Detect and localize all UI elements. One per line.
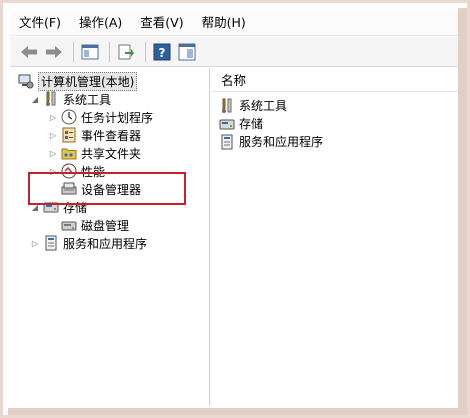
column-header-name[interactable]: 名称	[211, 68, 458, 92]
storage-icon	[219, 119, 235, 129]
system-tools-icon	[222, 98, 232, 113]
list-item[interactable]: 存储	[219, 115, 263, 132]
results-pane: 名称 系统工具 存储 服务和应用程序	[211, 68, 458, 406]
expand-arrow-icon[interactable]: ▷	[48, 131, 58, 140]
tree-label-system-tools: 系统工具	[63, 92, 112, 107]
column-header-label: 名称	[221, 73, 247, 88]
computer-management-icon	[18, 74, 34, 89]
tree-label-event-viewer: 事件查看器	[81, 128, 142, 143]
expand-arrow-icon[interactable]: ▷	[30, 239, 40, 248]
properties-button[interactable]	[176, 41, 198, 63]
console-tree: 计算机管理(本地) ◢ 系统工具 ▷ 任务计划程序 ▷ 事件查看器 ▷ 共享文件…	[10, 68, 210, 406]
tree-node-system-tools[interactable]: ◢ 系统工具	[30, 90, 111, 108]
tree-label-services-apps: 服务和应用程序	[63, 236, 148, 251]
svg-text:?: ?	[159, 46, 166, 60]
tree-node-event-viewer[interactable]: ▷ 事件查看器	[48, 126, 141, 144]
list-item-label: 系统工具	[239, 99, 288, 113]
toolbar-separator	[73, 41, 74, 62]
tree-label-task-scheduler: 任务计划程序	[81, 110, 154, 125]
toolbar-separator	[109, 41, 110, 62]
back-button[interactable]	[18, 41, 40, 63]
tree-root-label: 计算机管理(本地)	[38, 71, 138, 91]
show-hide-tree-button[interactable]	[79, 41, 101, 63]
toolbar-separator	[145, 41, 146, 62]
back-icon	[21, 45, 37, 58]
tree-label-disk-management: 磁盘管理	[81, 218, 130, 233]
expand-arrow-icon[interactable]: ▷	[48, 149, 58, 158]
list-item[interactable]: 系统工具	[219, 97, 287, 114]
tree-label-shared-folders: 共享文件夹	[81, 146, 142, 161]
menu-file[interactable]: 文件(F)	[10, 10, 70, 36]
collapse-arrow-icon[interactable]: ◢	[30, 95, 40, 104]
show-hide-tree-icon	[81, 44, 99, 59]
disk-management-icon	[61, 221, 77, 231]
menu-help[interactable]: 帮助(H)	[193, 10, 255, 36]
services-apps-icon	[221, 134, 233, 149]
system-tools-icon	[46, 91, 56, 106]
list-item[interactable]: 服务和应用程序	[219, 133, 323, 150]
window-shadow-bottom	[8, 408, 467, 415]
list-item-label: 存储	[239, 117, 264, 131]
window-shadow	[458, 8, 467, 408]
properties-icon	[178, 43, 196, 60]
clock-icon	[61, 109, 77, 125]
menu-view[interactable]: 查看(V)	[131, 10, 192, 36]
event-viewer-icon	[62, 127, 76, 143]
tree-node-shared-folders[interactable]: ▷ 共享文件夹	[48, 144, 141, 162]
tree-node-root[interactable]: 计算机管理(本地)	[18, 71, 138, 91]
help-button[interactable]: ?	[151, 41, 173, 63]
shared-folder-icon	[61, 148, 77, 160]
help-icon: ?	[153, 43, 171, 60]
tree-node-services-apps[interactable]: ▷ 服务和应用程序	[30, 234, 147, 252]
services-apps-icon	[45, 235, 57, 251]
menu-action[interactable]: 操作(A)	[70, 10, 131, 36]
tree-node-disk-management[interactable]: 磁盘管理	[61, 216, 129, 234]
tree-node-task-scheduler[interactable]: ▷ 任务计划程序	[48, 108, 153, 126]
forward-icon	[46, 45, 62, 58]
export-list-button[interactable]	[115, 41, 137, 63]
list-item-label: 服务和应用程序	[239, 135, 324, 149]
expand-arrow-icon[interactable]: ▷	[48, 113, 58, 122]
export-list-icon	[118, 44, 134, 59]
menu-bar: 文件(F) 操作(A) 查看(V) 帮助(H)	[10, 10, 458, 36]
device-manager-highlight	[28, 172, 186, 205]
forward-button[interactable]	[43, 41, 65, 63]
toolbar: ?	[10, 37, 458, 67]
